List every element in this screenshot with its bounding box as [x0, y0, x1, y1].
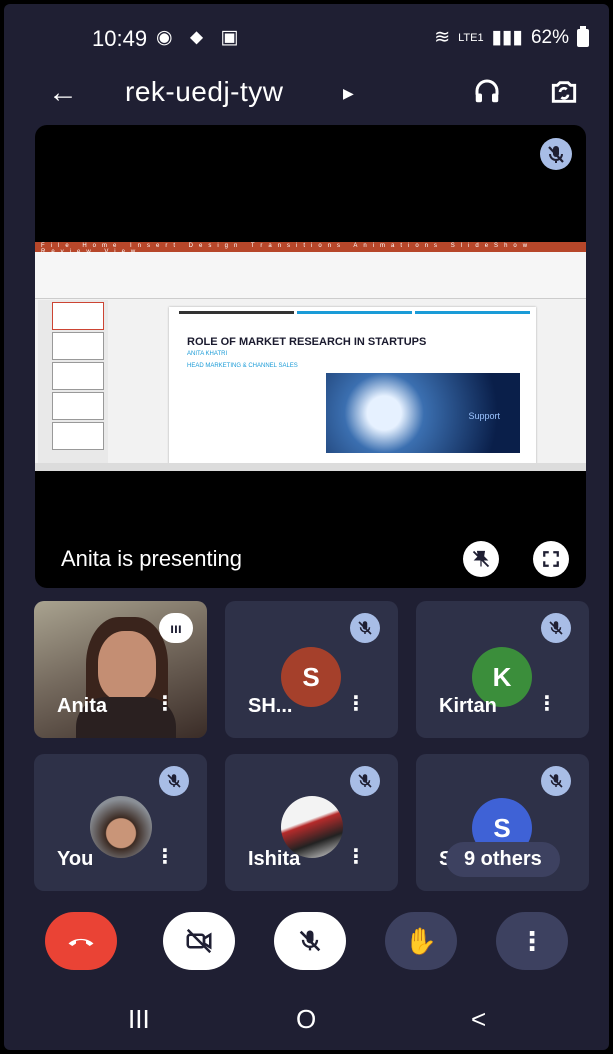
others-count-chip[interactable]: 9 others: [446, 842, 560, 877]
ppt-ribbon: File Home Insert Design Transitions Anim…: [35, 242, 586, 299]
ppt-status-bar: [35, 463, 586, 471]
slide-presenter: ANITA KHATRI: [187, 351, 228, 357]
call-controls: ✋ ⋮: [4, 912, 609, 982]
participant-tile-you[interactable]: You ⋮: [34, 754, 207, 891]
status-bar: 10:49 ◉ ⬥ ▣ ≋ LTE1 ▮▮▮ 62%: [4, 4, 609, 64]
more-options-icon[interactable]: ⋮: [155, 691, 175, 716]
participant-tile-kirtan[interactable]: K Kirtan ⋮: [416, 601, 589, 738]
presentation-stage[interactable]: File Home Insert Design Transitions Anim…: [35, 125, 586, 588]
participant-name: You: [57, 848, 94, 870]
participant-name: SH...: [248, 695, 293, 717]
slide-art-text: Support: [468, 411, 500, 421]
more-options-icon[interactable]: ⋮: [155, 844, 175, 869]
more-options-button[interactable]: ⋮: [496, 912, 568, 970]
recent-apps-icon[interactable]: III: [128, 1004, 150, 1035]
unpin-icon: [472, 550, 490, 568]
hang-up-icon: [68, 938, 94, 946]
system-nav-bar: III O <: [4, 994, 609, 1050]
back-arrow-icon[interactable]: ←: [48, 76, 78, 110]
meeting-code[interactable]: rek-uedj-tyw: [125, 76, 283, 108]
mic-off-icon: [541, 766, 571, 796]
slide-illustration: Support: [326, 373, 520, 453]
wifi-icon: ≋: [434, 27, 451, 48]
home-icon[interactable]: O: [296, 1004, 316, 1035]
mic-toggle-button[interactable]: [274, 912, 346, 970]
hand-icon: ✋: [404, 925, 438, 956]
participant-tile-anita[interactable]: ııı Anita ⋮: [34, 601, 207, 738]
raise-hand-button[interactable]: ✋: [385, 912, 457, 970]
app-bar: ← rek-uedj-tyw ▶: [4, 70, 609, 118]
slide-heading: ROLE OF MARKET RESEARCH IN STARTUPS: [187, 336, 427, 348]
mic-off-icon: [350, 613, 380, 643]
fullscreen-button[interactable]: [533, 541, 569, 577]
more-options-icon[interactable]: ⋮: [346, 844, 366, 869]
camera-off-icon: [186, 928, 212, 954]
unpin-button[interactable]: [463, 541, 499, 577]
audio-output-icon[interactable]: [472, 76, 502, 106]
status-right: ≋ LTE1 ▮▮▮ 62%: [434, 25, 589, 49]
shared-slide: File Home Insert Design Transitions Anim…: [35, 242, 586, 471]
switch-camera-icon[interactable]: [547, 76, 581, 108]
back-nav-icon[interactable]: <: [471, 1004, 486, 1035]
participant-name: Ishita: [248, 848, 301, 870]
slide-role: HEAD MARKETING & CHANNEL SALES: [187, 363, 298, 369]
end-call-button[interactable]: [45, 912, 117, 970]
notification-icons: ◉ ⬥ ▣: [156, 27, 245, 48]
participant-tile-ishita[interactable]: Ishita ⋮: [225, 754, 398, 891]
more-options-icon[interactable]: ⋮: [346, 691, 366, 716]
participant-name: Kirtan: [439, 695, 497, 717]
speaking-indicator-icon: ııı: [159, 613, 193, 643]
participant-name: Anita: [57, 695, 107, 717]
mic-off-icon: [299, 930, 321, 952]
participant-tile-sh[interactable]: S SH... ⋮: [225, 601, 398, 738]
mic-off-icon: [540, 138, 572, 170]
camera-toggle-button[interactable]: [163, 912, 235, 970]
network-label: LTE1: [458, 31, 484, 44]
presenting-label: Anita is presenting: [61, 546, 242, 571]
mic-off-icon: [541, 613, 571, 643]
battery-icon: [577, 25, 589, 47]
fullscreen-icon: [543, 551, 559, 567]
avatar: [90, 796, 152, 858]
participant-tile-others[interactable]: S S 9 others: [416, 754, 589, 891]
slide-thumbnails: [38, 300, 108, 465]
caret-right-icon[interactable]: ▶: [343, 85, 354, 102]
mic-off-icon: [159, 766, 189, 796]
status-time: 10:49: [92, 26, 148, 51]
more-options-icon[interactable]: ⋮: [537, 691, 557, 716]
slide-canvas: ROLE OF MARKET RESEARCH IN STARTUPS ANIT…: [169, 307, 536, 464]
more-vert-icon: ⋮: [519, 925, 545, 956]
app-frame: 10:49 ◉ ⬥ ▣ ≋ LTE1 ▮▮▮ 62% ← rek-uedj-ty…: [4, 4, 609, 1050]
mic-off-icon: [350, 766, 380, 796]
battery-percent: 62%: [530, 26, 569, 48]
signal-icon: ▮▮▮: [491, 27, 523, 48]
